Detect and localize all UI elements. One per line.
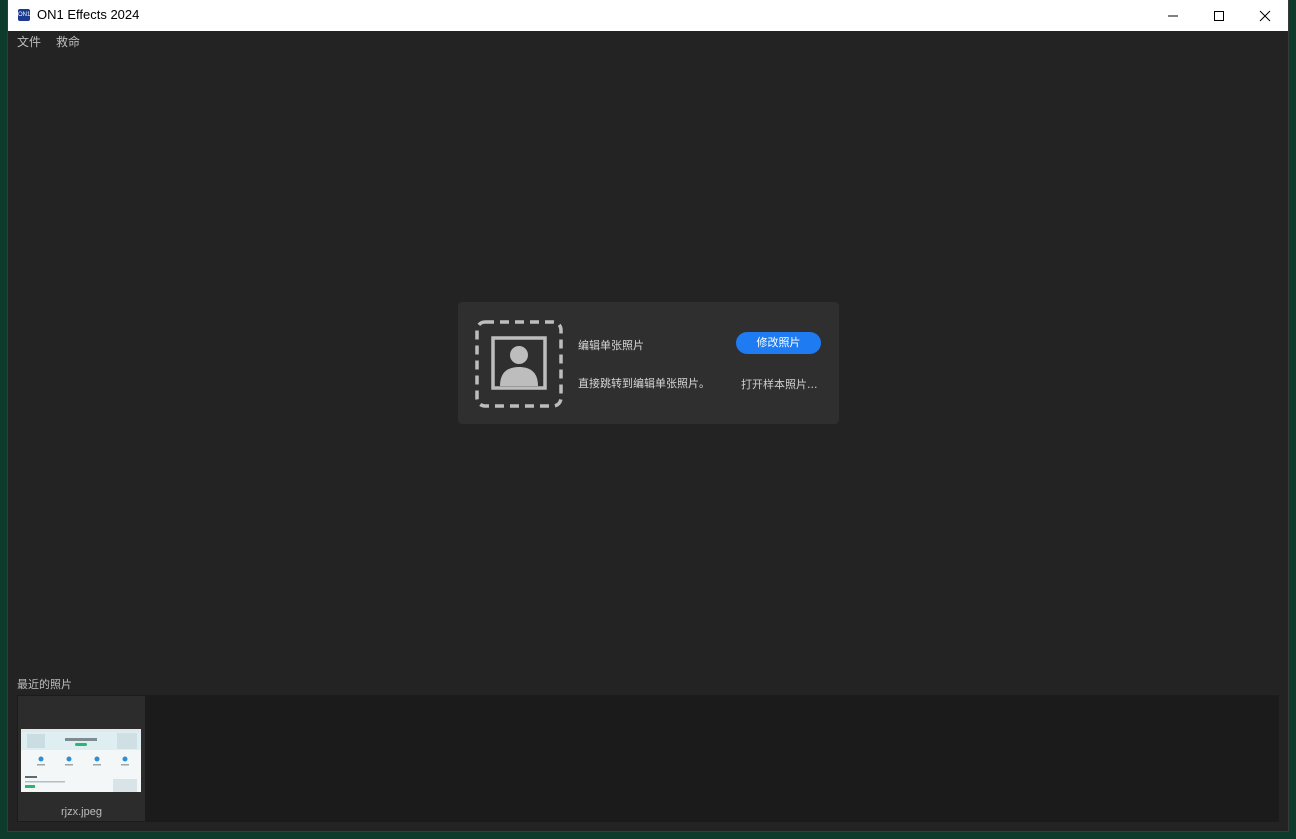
title-bar[interactable]: ON1 ON1 Effects 2024 (8, 0, 1288, 31)
minimize-icon (1168, 15, 1178, 17)
open-sample-photo-link[interactable]: 打开样本照片... (741, 376, 818, 392)
app-window: ON1 ON1 Effects 2024 文件 救命 编辑单张照片 直接跳转到编… (8, 0, 1288, 831)
card-title: 编辑单张照片 (578, 339, 644, 352)
card-description: 直接跳转到编辑单张照片。 (578, 377, 710, 390)
recent-photo-filename: rjzx.jpeg (61, 806, 102, 818)
close-button[interactable] (1242, 0, 1288, 31)
recent-photo-item[interactable]: rjzx.jpeg (18, 696, 145, 821)
menu-help[interactable]: 救命 (56, 33, 80, 50)
recent-photos-label: 最近的照片 (17, 678, 72, 691)
photo-placeholder-icon[interactable] (475, 320, 563, 408)
edit-single-photo-card: 编辑单张照片 直接跳转到编辑单张照片。 修改照片 打开样本照片... (458, 302, 839, 424)
maximize-button[interactable] (1196, 0, 1242, 31)
edit-photo-button[interactable]: 修改照片 (736, 332, 821, 354)
close-icon (1259, 10, 1271, 22)
menu-file[interactable]: 文件 (17, 33, 41, 50)
app-icon: ON1 (18, 9, 30, 21)
maximize-icon (1214, 11, 1224, 21)
recent-photos-strip: rjzx.jpeg (17, 695, 1279, 822)
menu-bar: 文件 救命 (8, 31, 1288, 51)
recent-photo-thumbnail (21, 729, 141, 792)
minimize-button[interactable] (1150, 0, 1196, 31)
window-title: ON1 Effects 2024 (37, 7, 140, 22)
